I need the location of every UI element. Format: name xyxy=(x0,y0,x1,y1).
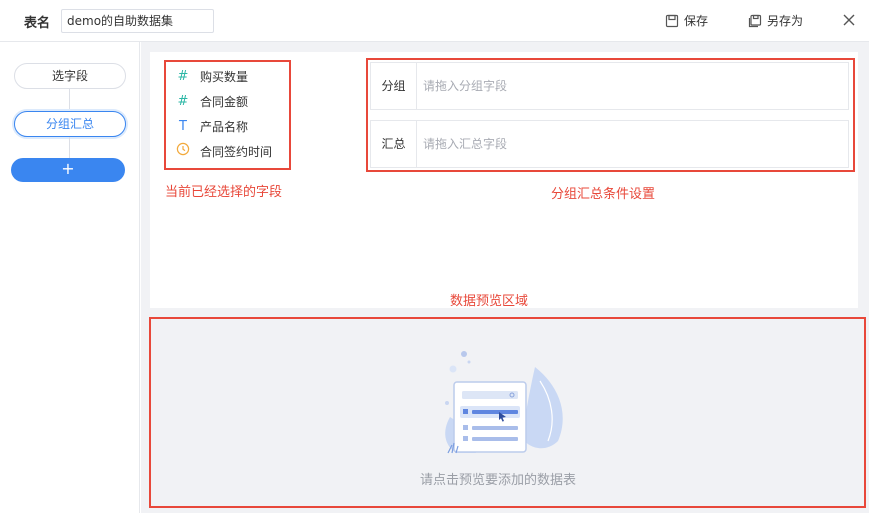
empty-preview-illustration-icon xyxy=(445,351,563,454)
save-as-button[interactable]: 另存为 xyxy=(748,12,803,29)
field-label: 产品名称 xyxy=(200,119,249,134)
field-label: 合同签约时间 xyxy=(200,144,273,159)
step-group-summary[interactable]: 分组汇总 xyxy=(14,111,126,137)
summary-drop-zone[interactable]: 请拖入汇总字段 xyxy=(423,121,507,167)
preview-empty-text: 请点击预览要添加的数据表 xyxy=(420,473,577,488)
close-icon[interactable] xyxy=(842,13,856,27)
step-sidebar: 选字段 分组汇总 + xyxy=(0,42,140,513)
selected-fields-box: # 购买数量 # 合同金额 T 产品名称 合同签约时间 xyxy=(164,60,291,170)
table-name-input[interactable]: demo的自助数据集 xyxy=(61,9,214,33)
field-label: 合同金额 xyxy=(200,94,249,109)
field-item[interactable]: T 产品名称 xyxy=(176,116,248,136)
table-name-label: 表名 xyxy=(24,16,51,31)
save-label: 保存 xyxy=(684,14,709,28)
summary-row[interactable]: 汇总 请拖入汇总字段 xyxy=(370,120,849,168)
group-drop-zone[interactable]: 请拖入分组字段 xyxy=(423,63,507,109)
save-as-label: 另存为 xyxy=(767,14,804,28)
step-select-fields[interactable]: 选字段 xyxy=(14,63,126,89)
clock-icon xyxy=(176,142,190,160)
field-item[interactable]: 合同签约时间 xyxy=(176,141,272,161)
field-item[interactable]: # 购买数量 xyxy=(176,66,248,86)
save-icon xyxy=(665,14,679,27)
step-connector xyxy=(69,137,70,158)
annotation-preview-area: 数据预览区域 xyxy=(450,294,529,309)
add-step-button[interactable]: + xyxy=(11,158,125,182)
number-hash-icon: # xyxy=(177,93,189,109)
summary-row-label: 汇总 xyxy=(371,121,417,167)
field-label: 购买数量 xyxy=(200,69,249,84)
save-as-icon xyxy=(748,14,762,27)
annotation-selected-fields: 当前已经选择的字段 xyxy=(165,185,283,200)
top-bar: 表名 demo的自助数据集 保存 另存为 xyxy=(0,0,869,42)
save-button[interactable]: 保存 xyxy=(665,12,708,29)
group-row-label: 分组 xyxy=(371,63,417,109)
step-connector xyxy=(69,89,70,111)
annotation-group-settings: 分组汇总条件设置 xyxy=(551,187,656,202)
number-hash-icon: # xyxy=(177,68,189,84)
field-item[interactable]: # 合同金额 xyxy=(176,91,248,111)
text-t-icon: T xyxy=(179,118,187,134)
group-row[interactable]: 分组 请拖入分组字段 xyxy=(370,62,849,110)
